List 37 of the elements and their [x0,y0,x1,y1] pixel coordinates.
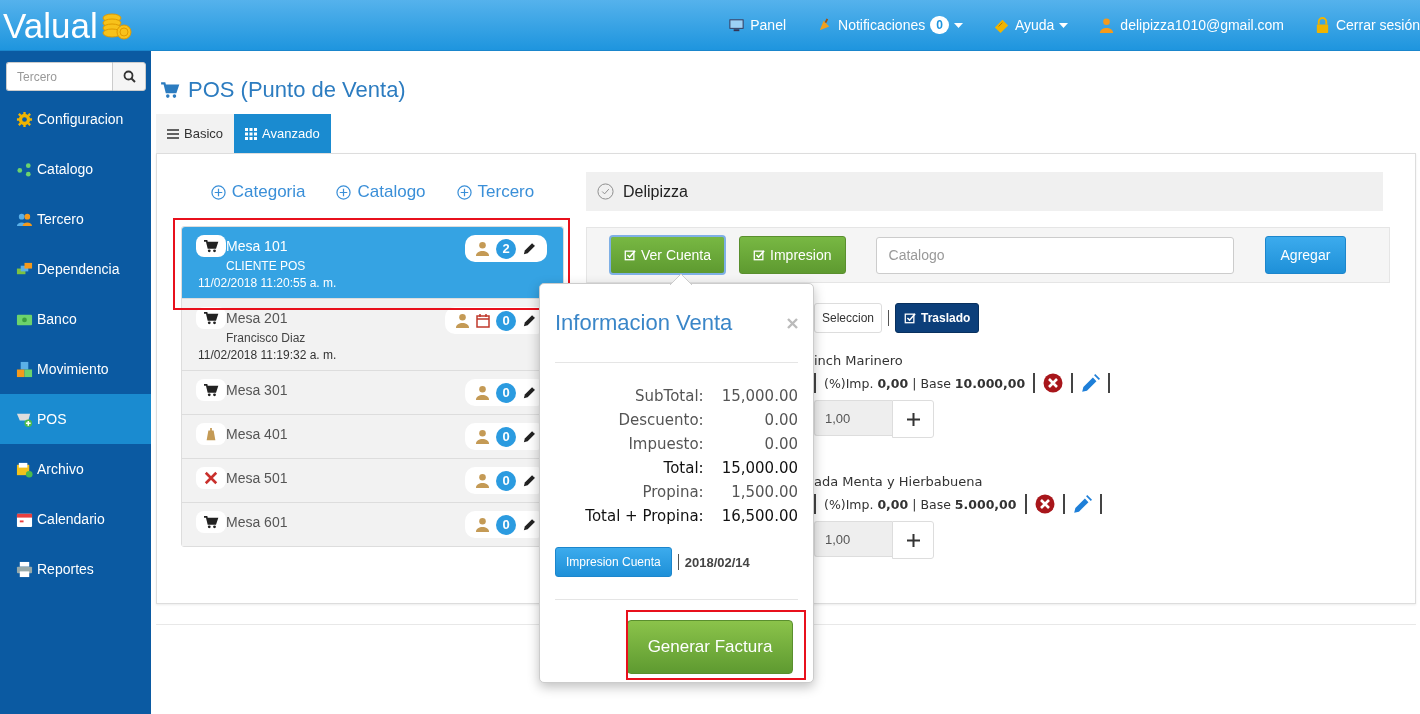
guest-count: 2 [496,238,516,259]
table-name: Mesa 201 [226,309,289,328]
client-name: CLIENTE POS [226,259,307,273]
guest-count: 0 [496,514,516,535]
summary-value: 1,500.00 [730,482,798,503]
table-name: Mesa 101 [226,237,289,256]
app-logo: Valual [3,7,98,43]
product-name: inch Marinero [814,353,904,368]
guest-count: 0 [496,310,516,331]
timestamp: 11/02/2018 11:20:55 a. m. [198,276,338,290]
table-name: Mesa 501 [226,469,289,488]
product-name: ada Menta y Hierbabuena [814,474,984,489]
product-detail: (%)Imp. 0,00 | Base 10.000,00 [824,375,1026,391]
notification-count: 0 [930,16,949,34]
guest-count: 0 [496,470,516,491]
company-name: Delipizza [623,182,688,201]
summary-label: SubTotal: [634,386,704,407]
summary-value: 0.00 [763,434,798,455]
page-title: POS (Punto de Venta) [188,77,406,103]
date: 2018/02/14 [684,554,750,570]
summary-value: 15,000.00 [721,458,798,479]
guest-count: 0 [496,426,516,447]
table-name: Mesa 301 [226,381,289,400]
summary-value: 0.00 [763,410,798,431]
summary-label: Propina: [641,482,704,503]
product-detail: (%)Imp. 0,00 | Base 5.000,00 [824,496,1017,512]
summary-value: 16,500.00 [721,506,798,527]
table-name: Mesa 601 [226,513,289,532]
guest-count: 0 [496,382,516,403]
summary-value: 15,000.00 [721,386,798,407]
table-name: Mesa 401 [226,425,289,444]
summary-label: Total + Propina: [584,506,704,527]
timestamp: 11/02/2018 11:19:32 a. m. [198,348,338,362]
client-name: Francisco Diaz [226,331,307,345]
summary-label: Descuento: [617,410,704,431]
summary-label: Impuesto: [627,434,704,455]
summary-label: Total: [662,458,704,479]
